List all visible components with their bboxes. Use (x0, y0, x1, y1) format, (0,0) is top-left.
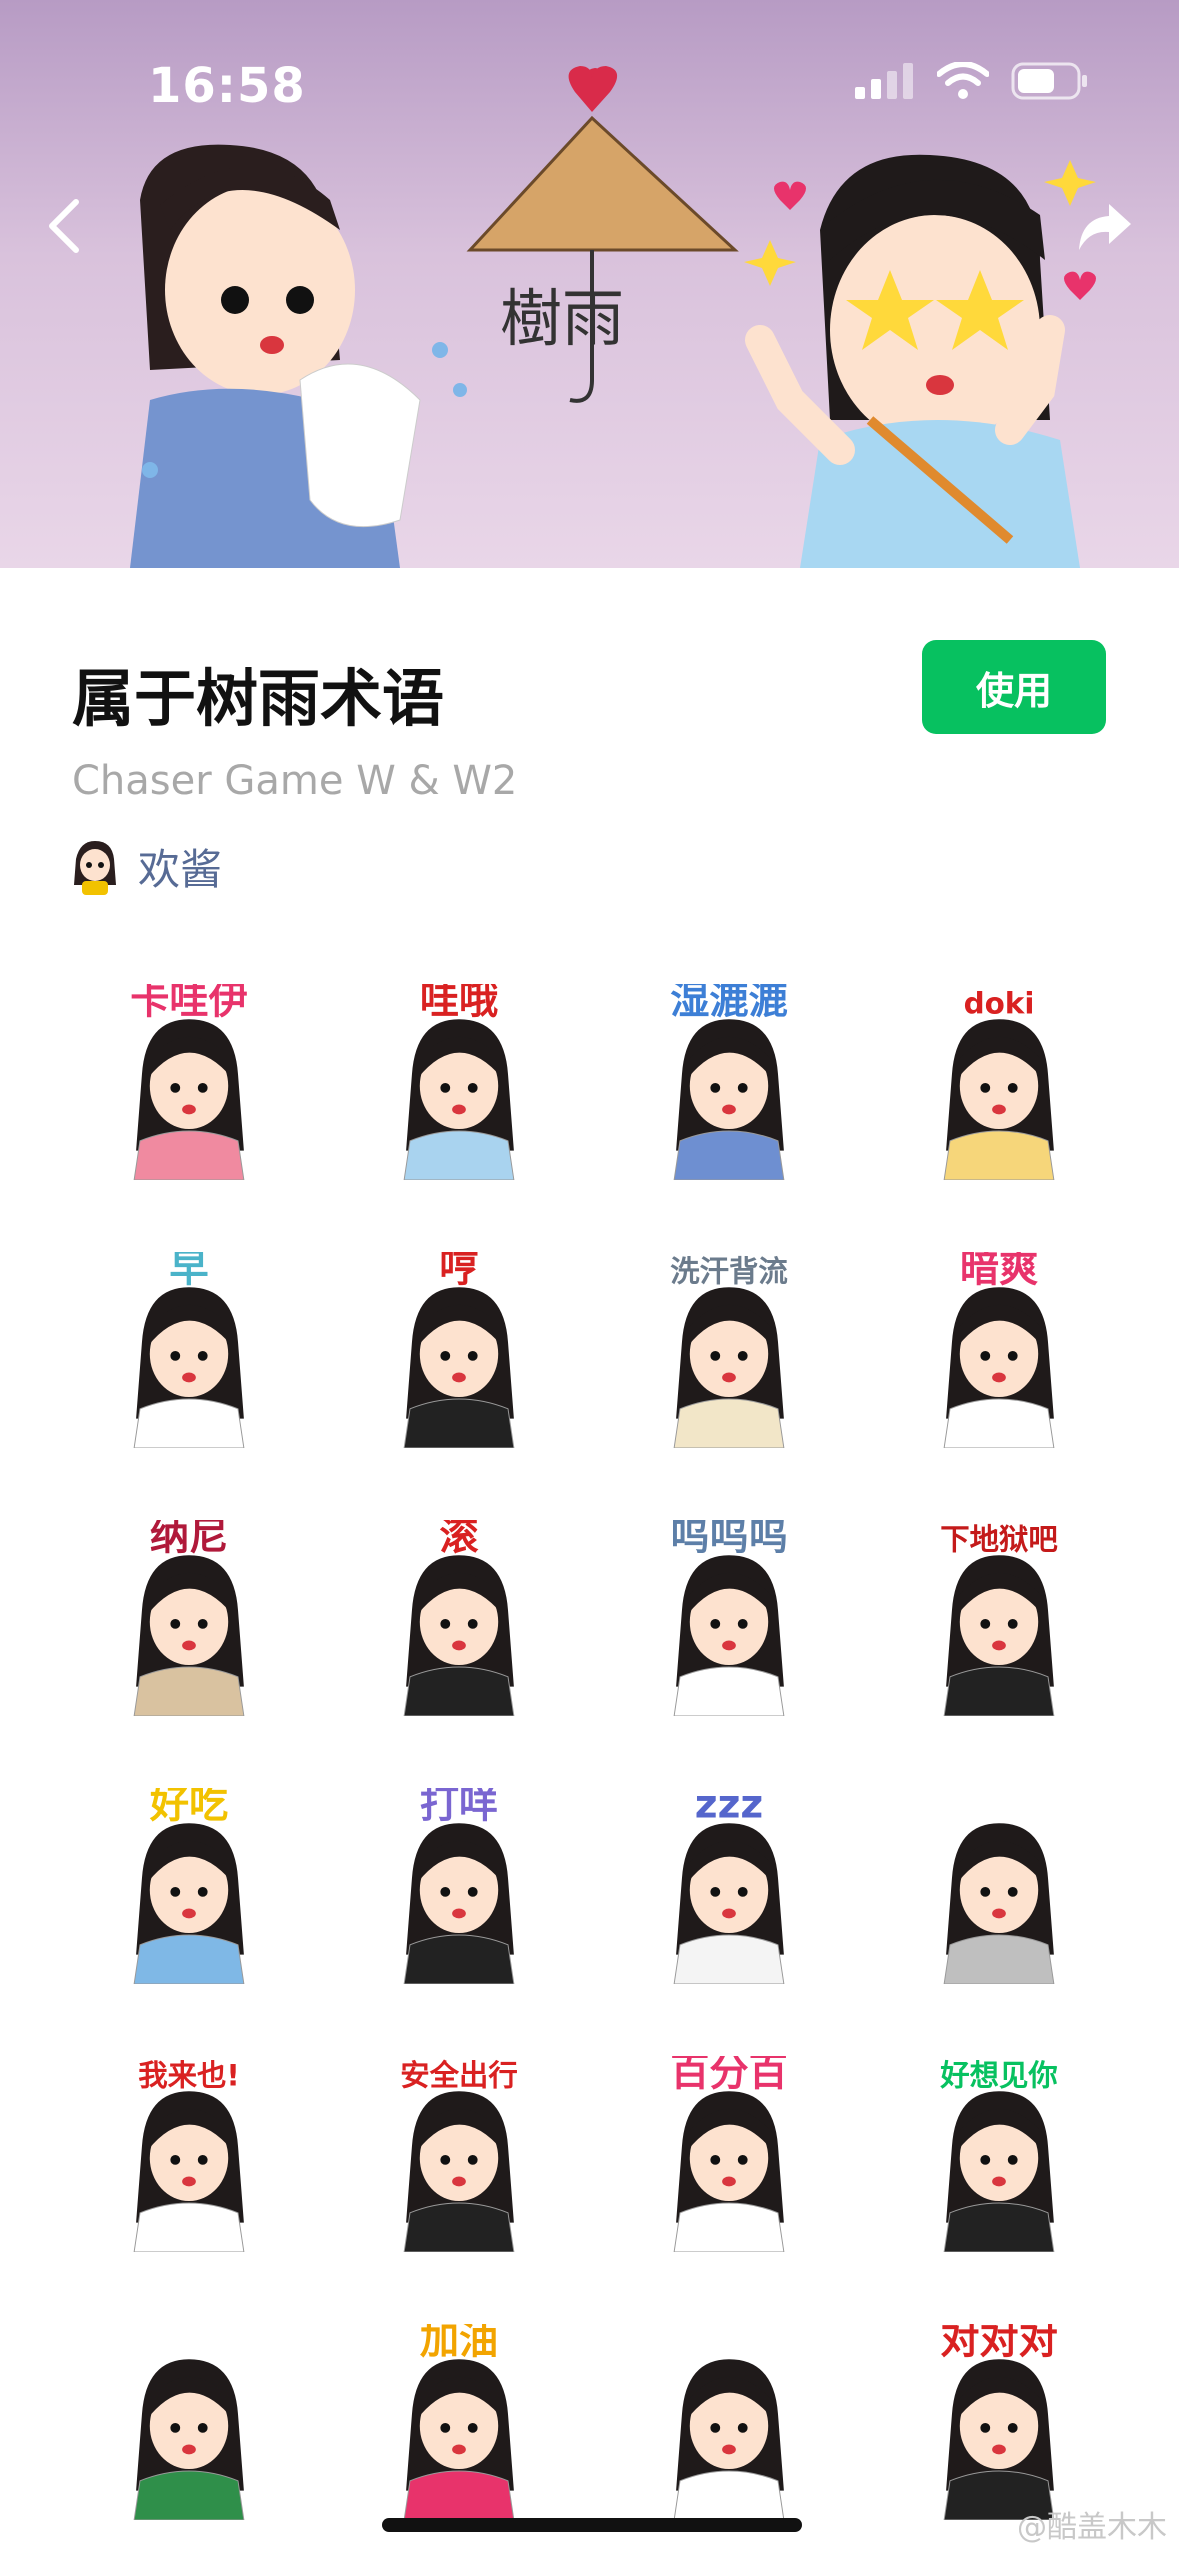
sticker-image: 哼 (403, 1252, 515, 1448)
sticker-image: doki (943, 986, 1055, 1180)
home-indicator (382, 2518, 802, 2532)
sticker-caption: 哼 (439, 1252, 478, 1291)
pack-banner: 樹雨 16:58 (0, 0, 1179, 568)
sticker-caption: 加油 (420, 2324, 498, 2363)
sticker-caption: 我来也! (138, 2058, 240, 2092)
sticker-item[interactable]: 洗汗背流 (594, 1216, 864, 1484)
sticker-item[interactable]: 好吃 (54, 1752, 324, 2020)
sticker-image: 安全出行 (400, 2058, 518, 2252)
sticker-caption: 湿漉漉 (670, 984, 788, 1023)
status-icons (855, 62, 1089, 100)
pack-subtitle: Chaser Game W & W2 (72, 758, 518, 804)
sticker-caption: 打咩 (420, 1788, 498, 1827)
sticker-image: 打咩 (403, 1788, 515, 1984)
sticker-item[interactable]: 好想见你 (864, 2020, 1134, 2288)
author-name: 欢酱 (138, 845, 223, 894)
sticker-image: zzz (673, 1788, 785, 1984)
sticker-caption: 呜呜呜 (670, 1520, 788, 1559)
sticker-image: 滚 (403, 1520, 515, 1716)
sticker-item[interactable]: 哇哦 (324, 948, 594, 1216)
sticker-caption: 卡哇伊 (130, 984, 248, 1023)
sticker-item[interactable]: 呜呜呜 (594, 1484, 864, 1752)
sticker-item[interactable]: 卡哇伊 (54, 948, 324, 1216)
sticker-image (673, 2359, 785, 2520)
sticker-item[interactable]: 打咩 (324, 1752, 594, 2020)
sticker-image (943, 1823, 1055, 1984)
sticker-image: 好想见你 (939, 2058, 1058, 2252)
sticker-caption: 百分百 (670, 2056, 788, 2095)
sticker-item[interactable]: 哼 (324, 1216, 594, 1484)
sticker-image: 早 (133, 1252, 245, 1448)
sticker-image: 哇哦 (403, 984, 515, 1180)
sticker-image: 卡哇伊 (130, 984, 248, 1180)
banner-umbrella-logo: 樹雨 (466, 66, 739, 403)
use-button[interactable]: 使用 (922, 640, 1106, 734)
sticker-image: 洗汗背流 (670, 1254, 788, 1448)
sticker-caption: 洗汗背流 (670, 1254, 788, 1288)
sticker-image: 我来也! (133, 2058, 245, 2252)
share-arrow-icon[interactable] (1075, 196, 1135, 256)
sticker-caption: 下地狱吧 (940, 1522, 1058, 1556)
back-chevron-icon[interactable] (44, 196, 84, 256)
sticker-caption: 滚 (439, 1520, 479, 1559)
status-time: 16:58 (148, 58, 306, 114)
sticker-item[interactable]: zzz (594, 1752, 864, 2020)
sticker-image: 好吃 (133, 1788, 245, 1984)
sticker-item[interactable]: 早 (54, 1216, 324, 1484)
sticker-image (133, 2359, 245, 2520)
sticker-item[interactable]: 我来也! (54, 2020, 324, 2288)
sticker-image: 暗爽 (943, 1252, 1055, 1448)
battery-icon (1011, 62, 1087, 100)
sticker-item[interactable]: 百分百 (594, 2020, 864, 2288)
sticker-image: 百分百 (670, 2056, 788, 2252)
sticker-item[interactable]: 湿漉漉 (594, 948, 864, 1216)
sticker-item[interactable]: 暗爽 (864, 1216, 1134, 1484)
banner-left-character (130, 144, 467, 568)
sticker-caption: 对对对 (940, 2324, 1058, 2363)
sticker-caption: doki (964, 986, 1035, 1020)
sticker-image: 加油 (403, 2324, 515, 2520)
sticker-image: 纳尼 (133, 1520, 245, 1716)
sticker-item[interactable] (864, 1752, 1134, 2020)
author-avatar (74, 840, 116, 895)
wifi-icon (937, 62, 989, 99)
sticker-item[interactable] (594, 2288, 864, 2556)
banner-right-character (744, 154, 1096, 568)
watermark: @酷盖木木 (1017, 2510, 1167, 2545)
sticker-caption: 暗爽 (960, 1252, 1038, 1291)
pack-title: 属于树雨术语 (72, 662, 445, 735)
sticker-caption: 纳尼 (150, 1520, 228, 1559)
author-row[interactable]: 欢酱 (72, 836, 222, 897)
sticker-item[interactable]: 加油 (324, 2288, 594, 2556)
sticker-image: 下地狱吧 (940, 1522, 1058, 1716)
sticker-caption: 安全出行 (400, 2058, 518, 2092)
signal-icon (855, 63, 913, 99)
sticker-caption: 哇哦 (420, 984, 498, 1023)
sticker-caption: 好吃 (149, 1788, 228, 1827)
sticker-item[interactable]: doki (864, 948, 1134, 1216)
sticker-item[interactable]: 滚 (324, 1484, 594, 1752)
sticker-item[interactable] (54, 2288, 324, 2556)
sticker-image: 呜呜呜 (670, 1520, 788, 1716)
sticker-item[interactable]: 安全出行 (324, 2020, 594, 2288)
sticker-item[interactable]: 下地狱吧 (864, 1484, 1134, 1752)
sticker-caption: zzz (695, 1788, 763, 1827)
banner-logo-text: 樹雨 (500, 282, 624, 355)
sticker-image: 对对对 (940, 2324, 1058, 2520)
sticker-caption: 好想见你 (939, 2058, 1058, 2092)
sticker-caption: 早 (169, 1252, 208, 1291)
sticker-grid: 卡哇伊 哇哦 湿漉漉 doki 早 哼 洗汗背流 暗爽纳尼 滚 呜呜呜 下地狱吧好吃 打咩 zzz 我来也… (54, 948, 1134, 2556)
sticker-item[interactable]: 纳尼 (54, 1484, 324, 1752)
sticker-image: 湿漉漉 (670, 984, 788, 1180)
